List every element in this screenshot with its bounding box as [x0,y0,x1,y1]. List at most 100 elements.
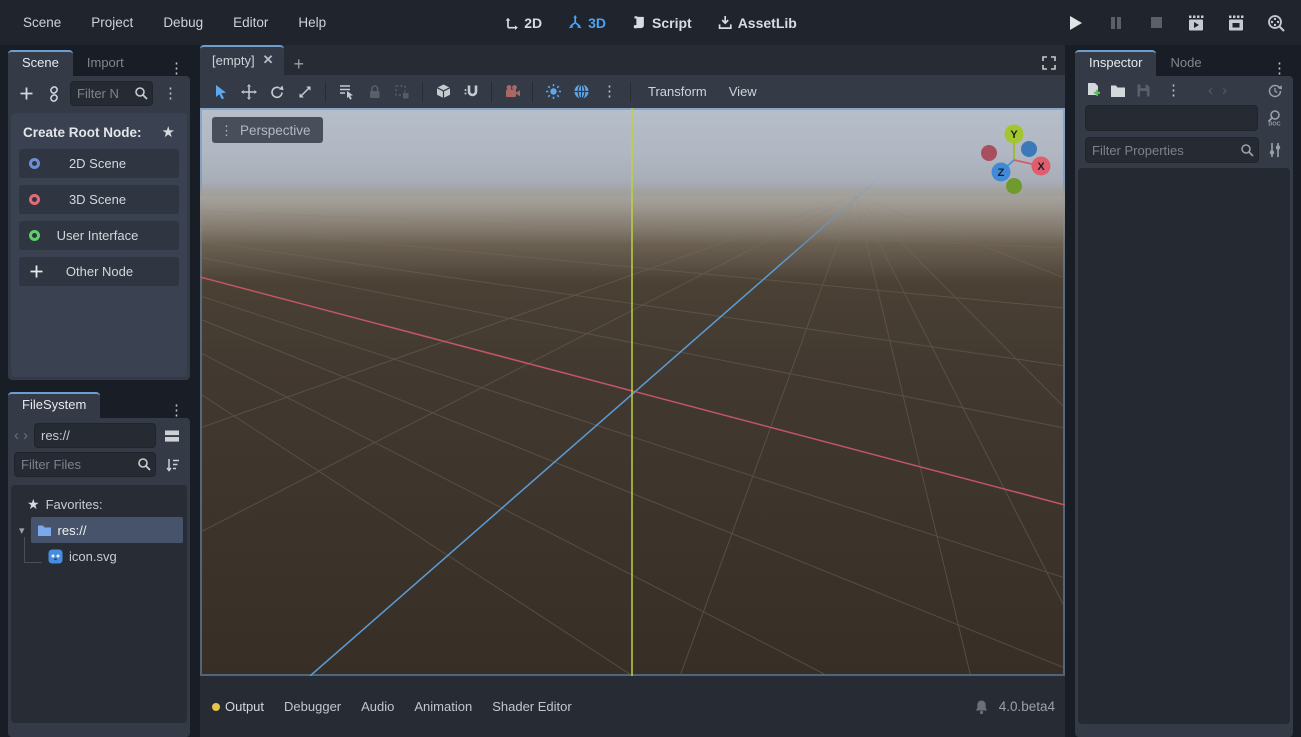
tab-inspector[interactable]: Inspector [1075,50,1156,76]
transform-menu[interactable]: Transform [638,81,717,102]
scene-tree-menu-icon[interactable]: ⋮ [157,86,184,101]
3d-icon [568,15,583,30]
list-select-button[interactable] [333,80,359,104]
workspace-assetlib-button[interactable]: AssetLib [718,15,797,31]
play-scene-icon [1187,14,1205,32]
output-label: Output [225,699,264,714]
preview-options-menu-icon[interactable]: ⋮ [596,84,623,99]
output-indicator-dot [212,703,220,711]
bottom-tab-audio[interactable]: Audio [351,693,404,720]
perspective-button[interactable]: ⋮ Perspective [212,117,323,143]
nav-back-button[interactable]: ‹ [14,427,19,444]
scene-dock: Scene Import ⋮ ⋮ Create Root Node: ★ [8,48,190,380]
history-back-button[interactable]: ‹ [1208,82,1213,99]
create-2d-scene-button[interactable]: 2D Scene [19,149,179,178]
favorite-star-icon[interactable]: ★ [162,123,175,141]
close-icon[interactable]: ✕ [263,52,274,68]
preview-sun-button[interactable] [540,80,566,104]
chevron-down-icon[interactable]: ▾ [19,524,25,537]
rotate-tool-button[interactable] [264,80,290,104]
nav-forward-button[interactable]: › [23,427,28,444]
snap-toggle-button[interactable] [458,80,484,104]
filesystem-dock-menu-icon[interactable]: ⋮ [163,403,190,418]
bottom-tab-output[interactable]: Output [212,693,274,720]
scale-tool-button[interactable] [292,80,318,104]
create-root-label: Create Root Node: [23,125,142,140]
notification-bell-icon[interactable] [974,699,989,715]
filter-files-input[interactable] [14,452,156,477]
favorites-row[interactable]: ★ Favorites: [15,491,183,517]
play-scene-button[interactable] [1187,14,1205,32]
menu-debug[interactable]: Debug [152,11,214,34]
menu-editor[interactable]: Editor [222,11,279,34]
tab-node[interactable]: Node [1156,50,1215,76]
create-other-node-button[interactable]: Other Node [19,257,179,286]
resource-extra-menu-icon[interactable]: ⋮ [1160,83,1187,98]
load-resource-button[interactable] [1110,84,1127,98]
res-root-selected[interactable]: res:// [31,517,183,543]
filesystem-dock-tabs: FileSystem ⋮ [8,390,190,418]
view-menu[interactable]: View [719,81,767,102]
new-resource-button[interactable] [1085,82,1101,99]
menu-project[interactable]: Project [80,11,144,34]
move-icon [241,84,257,100]
property-tools-button[interactable] [1267,142,1283,158]
orientation-gizmo[interactable]: Y X Z [964,114,1064,204]
workspace-script-button[interactable]: Script [632,15,692,31]
scene-tab-empty[interactable]: [empty] ✕ [200,45,284,75]
viewport-3d[interactable]: ⋮ Perspective Y X Z [200,108,1065,676]
link-chain-icon [46,86,62,102]
stop-icon [1150,16,1163,29]
open-docs-button[interactable]: DOC [1266,109,1283,127]
filter-properties-input[interactable] [1085,137,1259,163]
menu-help[interactable]: Help [287,11,337,34]
create-2d-scene-label: 2D Scene [40,156,155,171]
lock-icon [367,84,382,100]
lock-node-button[interactable] [361,80,387,104]
file-row-icon-svg[interactable]: icon.svg [15,543,183,569]
file-sort-button[interactable] [160,453,184,477]
gizmo-y-label: Y [1010,129,1018,141]
inspector-dock-menu-icon[interactable]: ⋮ [1266,61,1293,76]
bottom-tab-debugger[interactable]: Debugger [274,693,351,720]
workspace-3d-button[interactable]: 3D [568,15,606,31]
create-3d-scene-button[interactable]: 3D Scene [19,185,179,214]
split-view-icon [164,429,180,443]
play-button[interactable] [1067,14,1085,32]
tree-guide-line [24,537,42,563]
expand-viewport-button[interactable] [1041,55,1057,71]
preview-environment-button[interactable] [568,80,594,104]
instance-scene-button[interactable] [42,82,66,106]
sort-icon [165,457,180,472]
path-input[interactable] [34,423,156,448]
scene-dock-menu-icon[interactable]: ⋮ [163,61,190,76]
group-node-button[interactable] [389,80,415,104]
tab-import[interactable]: Import [73,50,138,76]
stop-button[interactable] [1147,14,1165,32]
tab-scene[interactable]: Scene [8,50,73,76]
bottom-tab-shader-editor[interactable]: Shader Editor [482,693,582,720]
pause-button[interactable] [1107,14,1125,32]
toggle-split-mode-button[interactable] [160,424,184,448]
tab-filesystem[interactable]: FileSystem [8,392,100,418]
new-scene-tab-button[interactable]: + [284,54,315,75]
save-resource-button[interactable] [1136,83,1151,98]
move-tool-button[interactable] [236,80,262,104]
select-tool-button[interactable] [208,80,234,104]
3d-label: 3D [588,15,606,31]
menu-scene[interactable]: Scene [12,11,72,34]
object-history-button[interactable] [1267,83,1283,99]
version-label[interactable]: 4.0.beta4 [999,699,1055,714]
magnet-icon [463,83,480,100]
movie-maker-button[interactable] [1267,14,1285,32]
object-name-field[interactable] [1085,105,1258,131]
play-custom-scene-button[interactable] [1227,14,1245,32]
local-space-button[interactable] [430,80,456,104]
workspace-2d-button[interactable]: 2D [504,15,542,31]
camera-preview-button[interactable] [499,80,525,104]
add-node-button[interactable] [14,82,38,106]
create-ui-scene-button[interactable]: User Interface [19,221,179,250]
history-forward-button[interactable]: › [1222,82,1227,99]
bottom-tab-animation[interactable]: Animation [404,693,482,720]
folder-open-icon [1110,84,1127,98]
